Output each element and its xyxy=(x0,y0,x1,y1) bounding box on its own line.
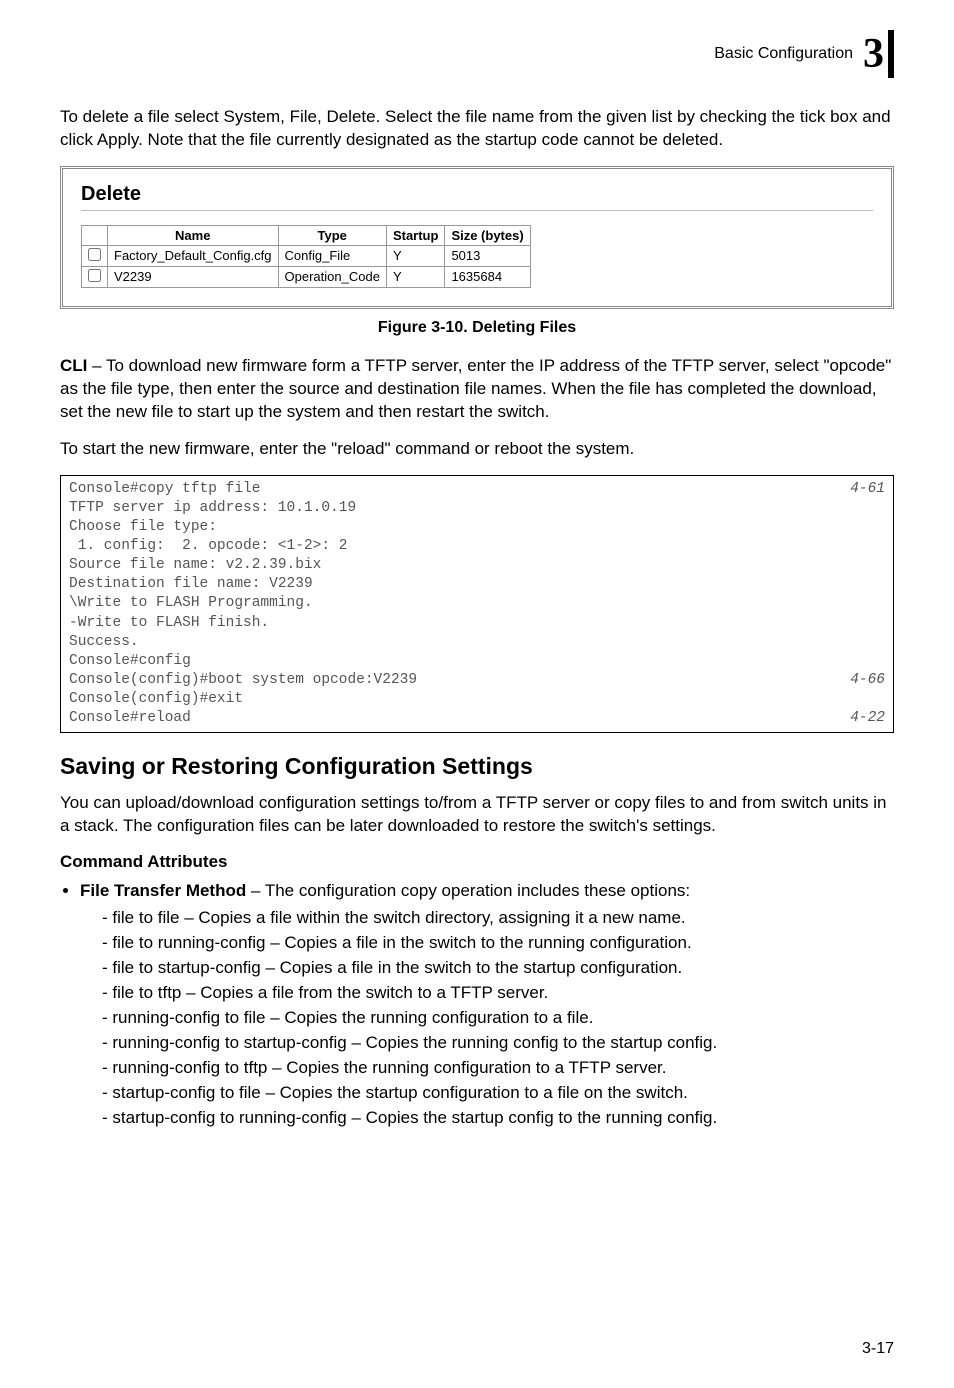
list-item: running-config to startup-config – Copie… xyxy=(102,1032,894,1055)
bullet-rest: – The configuration copy operation inclu… xyxy=(246,881,690,900)
attribute-list: File Transfer Method – The configuration… xyxy=(60,880,894,1129)
row-checkbox[interactable] xyxy=(88,248,101,261)
cli-paragraph: CLI – To download new firmware form a TF… xyxy=(60,355,894,424)
delete-panel: Delete Name Type Startup Size (bytes) Fa… xyxy=(60,166,894,309)
page-number: 3-17 xyxy=(862,1340,894,1358)
cli-code-block: Console#copy tftp file 4-61TFTP server ip… xyxy=(60,475,894,734)
cli-paragraph-text: – To download new firmware form a TFTP s… xyxy=(60,356,891,421)
chapter-badge: 3 xyxy=(863,30,894,78)
list-item: file to startup-config – Copies a file i… xyxy=(102,957,894,980)
col-type: Type xyxy=(278,225,386,245)
table-row: Factory_Default_Config.cfg Config_File Y… xyxy=(82,245,531,266)
code-ref: 4-22 xyxy=(850,709,885,728)
col-startup: Startup xyxy=(386,225,445,245)
delete-panel-divider xyxy=(81,210,873,211)
cell-type: Config_File xyxy=(278,245,386,266)
table-header-row: Name Type Startup Size (bytes) xyxy=(82,225,531,245)
list-item: file to file – Copies a file within the … xyxy=(102,907,894,930)
cell-size: 1635684 xyxy=(445,266,530,287)
code-line: Console#reload xyxy=(69,709,191,728)
code-line: -Write to FLASH finish. xyxy=(69,614,885,633)
list-item: file to tftp – Copies a file from the sw… xyxy=(102,982,894,1005)
code-line: Destination file name: V2239 xyxy=(69,575,885,594)
list-item: startup-config to file – Copies the star… xyxy=(102,1082,894,1105)
col-name: Name xyxy=(108,225,279,245)
cell-type: Operation_Code xyxy=(278,266,386,287)
command-attributes-heading: Command Attributes xyxy=(60,852,894,872)
col-checkbox xyxy=(82,225,108,245)
list-item: file to running-config – Copies a file i… xyxy=(102,932,894,955)
bullet-label: File Transfer Method xyxy=(80,881,246,900)
code-line: Console(config)#boot system opcode:V2239 xyxy=(69,671,417,690)
chapter-number: 3 xyxy=(863,33,884,75)
section-heading: Saving or Restoring Configuration Settin… xyxy=(60,753,894,780)
cli-label: CLI xyxy=(60,356,87,375)
code-line: 1. config: 2. opcode: <1-2>: 2 xyxy=(69,537,885,556)
cell-name: Factory_Default_Config.cfg xyxy=(108,245,279,266)
delete-intro-paragraph: To delete a file select System, File, De… xyxy=(60,106,894,152)
cell-name: V2239 xyxy=(108,266,279,287)
figure-caption: Figure 3-10. Deleting Files xyxy=(60,319,894,337)
code-line: Source file name: v2.2.39.bix xyxy=(69,556,885,575)
cell-size: 5013 xyxy=(445,245,530,266)
sub-list: file to file – Copies a file within the … xyxy=(80,907,894,1129)
code-ref: 4-61 xyxy=(850,480,885,499)
list-item: running-config to tftp – Copies the runn… xyxy=(102,1057,894,1080)
page-header: Basic Configuration 3 xyxy=(60,30,894,78)
list-item: startup-config to running-config – Copie… xyxy=(102,1107,894,1130)
code-line: Console#config xyxy=(69,652,885,671)
code-line: Console#copy tftp file xyxy=(69,480,260,499)
cell-startup: Y xyxy=(386,245,445,266)
cli-start-paragraph: To start the new firmware, enter the "re… xyxy=(60,438,894,461)
list-item: running-config to file – Copies the runn… xyxy=(102,1007,894,1030)
cell-startup: Y xyxy=(386,266,445,287)
list-item: File Transfer Method – The configuration… xyxy=(80,880,894,1129)
delete-panel-title: Delete xyxy=(81,183,873,206)
code-line: Choose file type: xyxy=(69,518,885,537)
code-ref: 4-66 xyxy=(850,671,885,690)
col-size: Size (bytes) xyxy=(445,225,530,245)
row-checkbox[interactable] xyxy=(88,269,101,282)
code-line: \Write to FLASH Programming. xyxy=(69,594,885,613)
delete-table: Name Type Startup Size (bytes) Factory_D… xyxy=(81,225,531,288)
code-line: Console(config)#exit xyxy=(69,690,885,709)
badge-bar xyxy=(888,30,894,78)
code-line: TFTP server ip address: 10.1.0.19 xyxy=(69,499,885,518)
section-intro-paragraph: You can upload/download configuration se… xyxy=(60,792,894,838)
header-section-label: Basic Configuration xyxy=(714,45,853,63)
table-row: V2239 Operation_Code Y 1635684 xyxy=(82,266,531,287)
code-line: Success. xyxy=(69,633,885,652)
